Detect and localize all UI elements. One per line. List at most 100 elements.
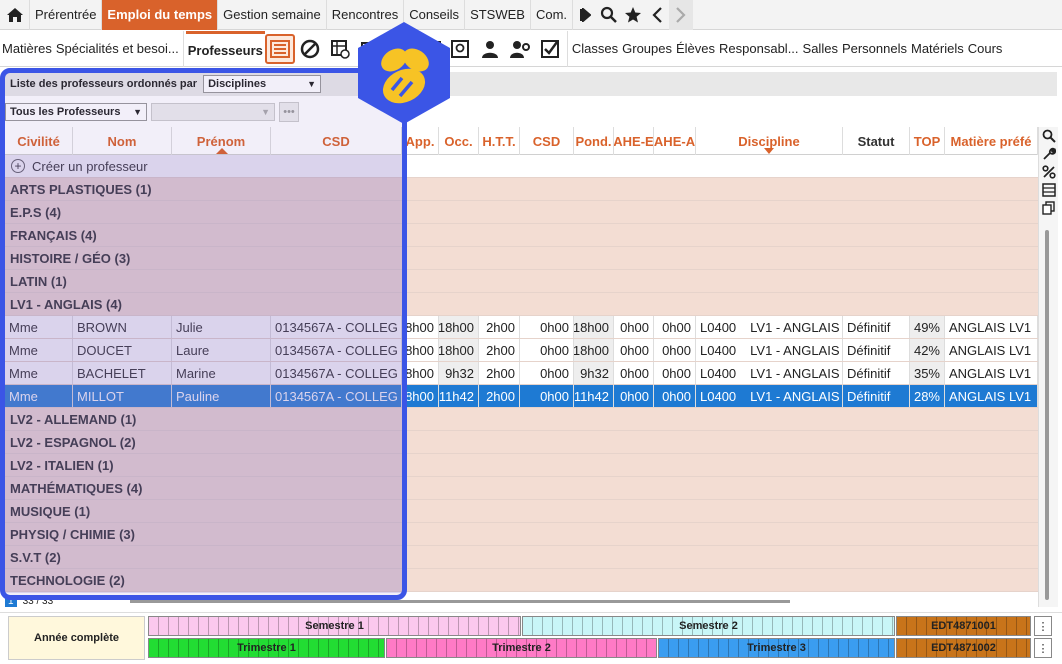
check-button[interactable] bbox=[535, 34, 565, 64]
subtab-salles[interactable]: Salles bbox=[801, 31, 840, 67]
column-header-nom[interactable]: Nom bbox=[73, 127, 172, 155]
cell-occ: 18h00 bbox=[439, 339, 479, 361]
vertical-scrollbar[interactable] bbox=[1045, 230, 1049, 600]
column-header-discipline[interactable]: Discipline bbox=[696, 127, 843, 155]
column-header-csd2[interactable]: CSD bbox=[520, 127, 574, 155]
subtab-personnels[interactable]: Personnels bbox=[840, 31, 909, 67]
column-header-ahea[interactable]: AHE-A bbox=[654, 127, 696, 155]
column-header-statut[interactable]: Statut bbox=[843, 127, 910, 155]
chevron-right-icon bbox=[676, 6, 686, 23]
trimestre-1-band[interactable]: Trimestre 1 bbox=[148, 638, 385, 658]
horizontal-scrollbar[interactable] bbox=[130, 600, 790, 603]
column-header-ahee[interactable]: AHE-E bbox=[614, 127, 654, 155]
percent-button[interactable] bbox=[1039, 163, 1059, 181]
group-row[interactable]: MUSIQUE (1) bbox=[5, 500, 1038, 523]
list-view-button[interactable] bbox=[264, 33, 295, 64]
home-button[interactable] bbox=[0, 0, 30, 30]
cell-csd2: 0h00 bbox=[520, 339, 574, 361]
calendar-filter-button[interactable] bbox=[325, 34, 355, 64]
group-row[interactable]: FRANÇAIS (4) bbox=[5, 224, 1038, 247]
forward-button[interactable] bbox=[669, 0, 694, 30]
column-header-label: Pond. bbox=[575, 133, 612, 149]
table-header: Civilité Nom Prénom CSD App. Occ. H.T.T. CSD Pon… bbox=[5, 127, 1038, 155]
edt-1-band[interactable]: EDT4871001 bbox=[896, 616, 1031, 636]
subtab-professeurs[interactable]: Professeurs bbox=[185, 30, 265, 67]
more-options-button[interactable]: ••• bbox=[279, 102, 299, 122]
table-settings-button[interactable] bbox=[1039, 181, 1059, 199]
group-row[interactable]: LATIN (1) bbox=[5, 270, 1038, 293]
copy-button[interactable] bbox=[1039, 199, 1059, 217]
group-row[interactable]: E.P.S (4) bbox=[5, 201, 1038, 224]
column-header-app[interactable]: App. bbox=[402, 127, 439, 155]
tab-gestion-semaine[interactable]: Gestion semaine bbox=[218, 0, 327, 30]
subtab-classes[interactable]: Classes bbox=[570, 31, 620, 67]
column-header-civilite[interactable]: Civilité bbox=[5, 127, 73, 155]
column-header-htt[interactable]: H.T.T. bbox=[479, 127, 520, 155]
cell-discipline: L0400 LV1 - ANGLAIS bbox=[696, 385, 843, 407]
person-settings-button[interactable] bbox=[505, 34, 535, 64]
subtab-cours[interactable]: Cours bbox=[966, 31, 1005, 67]
group-row[interactable]: S.V.T (2) bbox=[5, 546, 1038, 569]
group-row[interactable]: LV2 - ITALIEN (1) bbox=[5, 454, 1038, 477]
group-row[interactable]: LV2 - ALLEMAND (1) bbox=[5, 408, 1038, 431]
subtab-responsables[interactable]: Responsabl... bbox=[717, 31, 801, 67]
back-button[interactable] bbox=[645, 0, 669, 30]
search-button[interactable] bbox=[597, 0, 621, 30]
trimestre-2-band[interactable]: Trimestre 2 bbox=[386, 638, 657, 658]
cell-htt: 2h00 bbox=[479, 385, 520, 407]
unavailable-button[interactable] bbox=[295, 34, 325, 64]
tab-prerentree[interactable]: Prérentrée bbox=[30, 0, 103, 30]
group-row[interactable]: TECHNOLOGIE (2) bbox=[5, 569, 1038, 592]
subtab-groupes[interactable]: Groupes bbox=[620, 31, 674, 67]
group-row[interactable]: MATHÉMATIQUES (4) bbox=[5, 477, 1038, 500]
full-year-button[interactable]: Année complète bbox=[8, 616, 145, 660]
table-row[interactable]: MmeMILLOTPauline0134567A - COLLEG18h0011… bbox=[5, 385, 1038, 408]
tab-stsweb[interactable]: STSWEB bbox=[465, 0, 531, 30]
group-row[interactable]: LV1 - ANGLAIS (4) bbox=[5, 293, 1038, 316]
column-header-occ[interactable]: Occ. bbox=[439, 127, 479, 155]
search-column-button[interactable] bbox=[1039, 127, 1059, 145]
tab-com[interactable]: Com. bbox=[531, 0, 574, 30]
page-number[interactable]: 1 bbox=[5, 595, 17, 607]
group-row[interactable]: LV2 - ESPAGNOL (2) bbox=[5, 431, 1038, 454]
subtab-matieres[interactable]: Matières bbox=[0, 31, 54, 67]
favorite-button[interactable] bbox=[621, 0, 645, 30]
period-menu-button[interactable]: ⋮ bbox=[1034, 616, 1052, 636]
subtab-eleves[interactable]: Élèves bbox=[674, 31, 717, 67]
trimestre-3-band[interactable]: Trimestre 3 bbox=[658, 638, 895, 658]
column-header-label: Prénom bbox=[196, 133, 246, 149]
column-header-top[interactable]: TOP bbox=[910, 127, 945, 155]
professor-select[interactable]: Tous les Professeurs ▼ bbox=[5, 103, 147, 121]
table-row[interactable]: MmeDOUCETLaure0134567A - COLLEG18h0018h0… bbox=[5, 339, 1038, 362]
more-tabs-button[interactable] bbox=[573, 0, 597, 30]
wrench-button[interactable] bbox=[1039, 145, 1059, 163]
secondary-select[interactable]: ▼ bbox=[151, 103, 275, 121]
tab-emploi-du-temps[interactable]: Emploi du temps bbox=[102, 0, 219, 30]
subtab-materiels[interactable]: Matériels bbox=[909, 31, 966, 67]
table-row[interactable]: MmeBACHELETMarine0134567A - COLLEG18h009… bbox=[5, 362, 1038, 385]
order-select[interactable]: Disciplines ▼ bbox=[203, 75, 322, 93]
column-header-csd[interactable]: CSD bbox=[271, 127, 402, 155]
star-icon bbox=[625, 6, 642, 22]
column-header-label: AHE-A bbox=[654, 133, 696, 149]
semestre-1-band[interactable]: Semestre 1 bbox=[148, 616, 521, 636]
cell-htt: 2h00 bbox=[479, 316, 520, 338]
create-professor-row[interactable]: + Créer un professeur bbox=[5, 155, 1038, 178]
cell-discipline: L0400 LV1 - ANGLAIS bbox=[696, 316, 843, 338]
subtab-specialites[interactable]: Spécialités et besoi... bbox=[54, 31, 181, 67]
discipline-code: L0400 bbox=[700, 342, 737, 358]
group-row[interactable]: HISTOIRE / GÉO (3) bbox=[5, 247, 1038, 270]
group-label: FRANÇAIS (4) bbox=[10, 228, 97, 243]
group-row[interactable]: PHYSIQ / CHIMIE (3) bbox=[5, 523, 1038, 546]
column-header-prenom[interactable]: Prénom bbox=[172, 127, 271, 155]
group-row[interactable]: ARTS PLASTIQUES (1) bbox=[5, 178, 1038, 201]
column-header-pond[interactable]: Pond. bbox=[574, 127, 614, 155]
cell-occ: 9h32 bbox=[439, 362, 479, 384]
column-header-matiere[interactable]: Matière préfé bbox=[945, 127, 1038, 155]
edt-2-band[interactable]: EDT4871002 bbox=[896, 638, 1031, 658]
semestre-2-band[interactable]: Semestre 2 bbox=[522, 616, 895, 636]
person-button[interactable] bbox=[475, 34, 505, 64]
table-row[interactable]: MmeBROWNJulie0134567A - COLLEG18h0018h00… bbox=[5, 316, 1038, 339]
sort-descending-icon bbox=[764, 148, 774, 154]
period-menu-button[interactable]: ⋮ bbox=[1034, 638, 1052, 658]
